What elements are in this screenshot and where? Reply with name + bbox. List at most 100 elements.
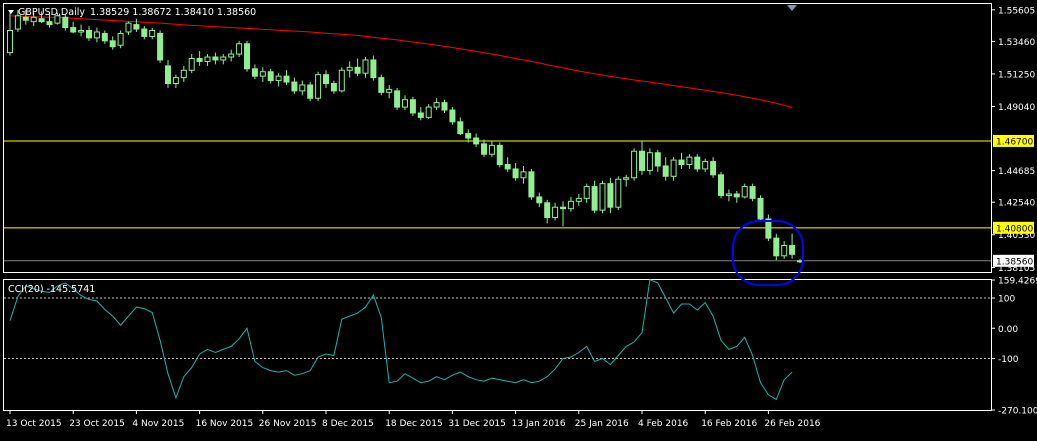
candle-body	[615, 178, 622, 208]
candle-body	[639, 150, 645, 171]
candle-body	[646, 152, 653, 171]
candle-body	[402, 99, 408, 108]
candle-body	[220, 56, 227, 61]
candle-body	[441, 102, 448, 111]
candle-body	[718, 174, 724, 196]
candle-body	[157, 32, 164, 61]
level-label: 1.40800	[996, 224, 1033, 234]
candle-body	[117, 32, 124, 46]
candle-body	[607, 183, 614, 208]
candle-body	[291, 81, 298, 92]
time-tick-label: 25 Jan 2016	[575, 419, 629, 429]
candle-body	[204, 56, 211, 62]
candle-body	[457, 121, 464, 135]
candle-body	[338, 69, 345, 92]
candle-body	[670, 159, 677, 177]
candle-body	[275, 75, 282, 82]
candle-body	[133, 24, 140, 30]
candle-body	[46, 21, 53, 26]
candle-body	[781, 244, 788, 257]
candle-body	[354, 66, 361, 74]
cci-tick-label: -100	[998, 355, 1019, 365]
candle-body	[228, 53, 235, 58]
time-tick-label: 26 Nov 2015	[259, 419, 317, 429]
time-tick-label: 8 Dec 2015	[322, 419, 374, 429]
candle-body	[481, 143, 487, 155]
candle-body	[394, 90, 401, 108]
candle-body	[86, 30, 92, 39]
candle-body	[496, 144, 503, 166]
cci-tick-label: 100	[998, 294, 1015, 304]
candle-body	[299, 84, 306, 92]
cci-tick-label: -270.1005	[998, 407, 1037, 417]
candle-body	[78, 30, 85, 33]
candle-body	[62, 16, 69, 29]
candle-body	[512, 168, 519, 179]
candle-body	[473, 137, 480, 145]
candle-body	[165, 65, 171, 85]
candle-body	[433, 102, 440, 108]
candle-body	[149, 30, 156, 37]
candle-body	[212, 56, 219, 61]
candle-body	[528, 171, 535, 198]
ohlc-readout: 1.38529 1.38672 1.38410 1.38560	[90, 7, 256, 18]
time-tick-label: 13 Oct 2015	[6, 419, 62, 429]
candle-body	[599, 183, 606, 211]
candle-body	[267, 71, 274, 82]
chart-canvas[interactable]: 1.55605 1.53460 1.51250 1.49040 1.44685 1.425…	[0, 0, 1037, 437]
candle-body	[259, 71, 266, 77]
candle-body	[315, 74, 322, 99]
price-tick-label: 1.44685	[998, 167, 1035, 177]
candle-body	[757, 197, 764, 220]
candle-body	[346, 66, 353, 71]
candle-body	[631, 150, 638, 179]
time-tick-label: 16 Nov 2015	[196, 419, 254, 429]
candle-body	[662, 165, 669, 177]
price-tick-label: 1.55605	[998, 6, 1035, 16]
candle-body	[702, 161, 709, 170]
candle-body	[694, 156, 701, 170]
candle-body	[520, 171, 527, 179]
candle-body	[797, 260, 803, 263]
candle-body	[307, 84, 314, 99]
trading-chart[interactable]: 1.55605 1.53460 1.51250 1.49040 1.44685 1.425…	[0, 0, 1037, 437]
candle-body	[544, 202, 551, 219]
candle-body	[386, 88, 393, 93]
candle-body	[196, 57, 203, 62]
candle-body	[583, 186, 590, 199]
candle-body	[378, 77, 385, 93]
candle-body	[725, 193, 732, 196]
candle-body	[417, 112, 424, 118]
candle-body	[236, 43, 243, 55]
candle-body	[567, 200, 574, 210]
candle-body	[773, 237, 780, 257]
current-price-label: 1.38560	[996, 257, 1033, 267]
time-tick-label: 23 Oct 2015	[69, 419, 125, 429]
candle-body	[488, 144, 495, 155]
candle-body	[244, 43, 250, 70]
level-label: 1.46700	[996, 137, 1033, 147]
candle-body	[323, 74, 329, 85]
candle-body	[93, 31, 100, 39]
candle-body	[536, 196, 543, 204]
candle-body	[560, 206, 566, 210]
candle-body	[449, 109, 456, 123]
candle-body	[552, 206, 559, 219]
candle-body	[141, 28, 148, 37]
candle-body	[654, 152, 661, 167]
candle-body	[591, 186, 598, 211]
candle-body	[125, 22, 132, 33]
candle-body	[109, 40, 116, 48]
cci-tick-label: 0.00	[998, 325, 1018, 335]
time-tick-label: 13 Jan 2016	[512, 419, 566, 429]
candle-body	[465, 133, 472, 139]
candle-body	[749, 186, 756, 199]
candle-body	[425, 106, 432, 118]
candle-body	[678, 159, 685, 166]
time-tick-label: 4 Nov 2015	[132, 419, 184, 429]
candle-body	[710, 161, 717, 176]
candle-body	[7, 30, 13, 54]
candle-body	[283, 75, 290, 83]
time-tick-label: 18 Dec 2015	[385, 419, 443, 429]
price-tick-label: 1.51250	[998, 70, 1035, 80]
